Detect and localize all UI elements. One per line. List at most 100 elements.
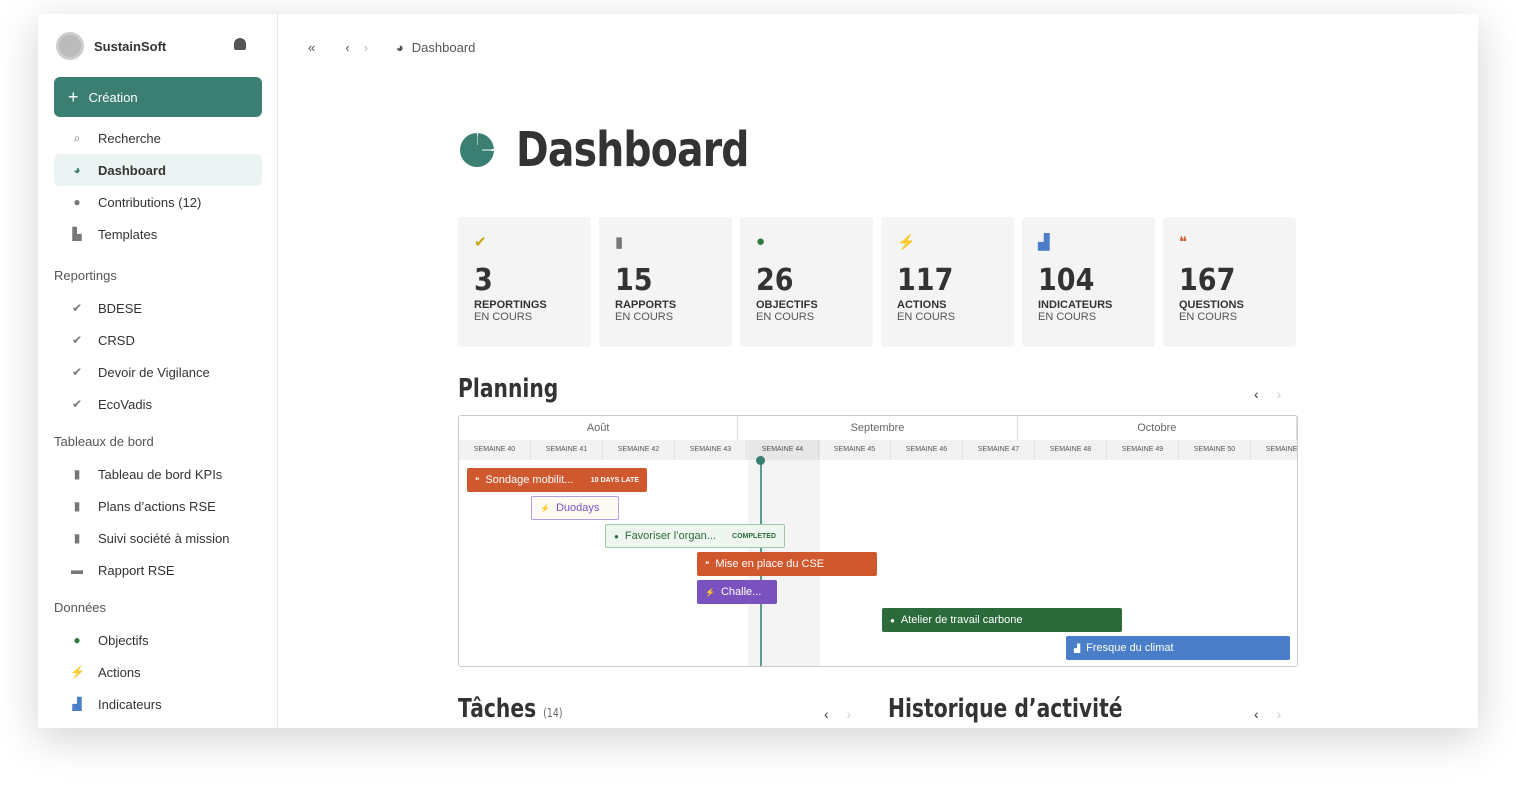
gantt-bar[interactable]: ❝ Mise en place du CSE (697, 552, 877, 576)
bar-label: Duodays (555, 502, 600, 514)
stat-card[interactable]: ▮ 15 RAPPORTS EN COURS (599, 217, 732, 347)
stat-label: RAPPORTS (615, 299, 677, 311)
bar-chart-icon: ▟ (1038, 234, 1050, 251)
plus-icon: + (68, 86, 79, 107)
prev-icon[interactable]: ‹ (1254, 706, 1259, 722)
sidebar-item-bdese[interactable]: ✔ BDESE (54, 292, 262, 324)
create-button[interactable]: + Création (54, 77, 262, 117)
label: Contributions (12) (98, 194, 202, 210)
gantt-bar[interactable]: ● Atelier de travail carbone (882, 608, 1122, 632)
stat-sublabel: EN COURS (1179, 311, 1238, 323)
label: CRSD (98, 332, 135, 348)
gantt-bar[interactable]: ⚡ Challe... (697, 580, 777, 604)
stat-card[interactable]: ✔ 3 REPORTINGS EN COURS (458, 217, 591, 347)
gantt-bar[interactable]: ▟ Fresque du climat (1066, 636, 1290, 660)
week-header: SEMAINE 40 (459, 440, 531, 460)
bar-label: Atelier de travail carbone (900, 614, 1023, 626)
sidebar-item-recherche[interactable]: ⌕ Recherche (54, 122, 262, 154)
week-header: SEMAINE 43 (675, 440, 747, 460)
historique-nav: ‹ › (1254, 706, 1281, 722)
badge-check-icon: ✔ (71, 397, 83, 411)
label: Dashboard (98, 162, 166, 178)
avatar (56, 32, 84, 60)
month-header: Octobre (1018, 416, 1297, 440)
next-icon[interactable]: › (847, 706, 852, 722)
stat-value: 15 (615, 263, 653, 298)
gantt-bar[interactable]: ⚡ Duodays (531, 496, 619, 520)
stat-sublabel: EN COURS (1038, 311, 1097, 323)
section-donnees: Données (54, 600, 107, 615)
next-icon[interactable]: › (1277, 706, 1282, 722)
sidebar-item-crsd[interactable]: ✔ CRSD (54, 324, 262, 356)
bar-chart-icon: ▟ (1074, 643, 1081, 653)
bar-status-tag: 10 DAYS LATE (590, 476, 639, 484)
historique-title: Historique d’activité (888, 694, 1123, 724)
gantt-bar[interactable]: ❝ Sondage mobilit... 10 DAYS LATE (467, 468, 647, 492)
pie-chart-icon: ◕ (73, 163, 81, 177)
bar-chart-icon: ▟ (72, 697, 82, 711)
sidebar-item-plans[interactable]: ▮ Plans d’actions RSE (54, 490, 262, 522)
label: Tableau de bord KPIs (98, 466, 223, 482)
sidebar-item-dashboard[interactable]: ◕ Dashboard (54, 154, 262, 186)
stat-card[interactable]: ⚡ 117 ACTIONS EN COURS (881, 217, 1014, 347)
stat-sublabel: EN COURS (615, 311, 674, 323)
folder-icon: ▬ (71, 563, 83, 577)
sidebar-item-actions[interactable]: ⚡ Actions (54, 656, 262, 688)
breadcrumb: « ‹ › ◕ Dashboard (308, 40, 475, 55)
chat-icon: ❝ (475, 475, 480, 485)
stat-sublabel: EN COURS (897, 311, 956, 323)
label: Indicateurs (98, 696, 162, 712)
stat-label: ACTIONS (897, 299, 947, 311)
stats-cards: ✔ 3 REPORTINGS EN COURS ▮ 15 RAPPORTS EN COURS ●… (458, 217, 1296, 347)
collapse-sidebar-icon[interactable]: « (308, 40, 315, 55)
sidebar-item-suivi[interactable]: ▮ Suivi société à mission (54, 522, 262, 554)
stat-label: QUESTIONS (1179, 299, 1244, 311)
sidebar-item-templates[interactable]: ▙ Templates (54, 218, 262, 250)
stat-card[interactable]: ❝ 167 QUESTIONS EN COURS (1163, 217, 1296, 347)
week-header: SEMAINE 47 (963, 440, 1035, 460)
bar-label: Fresque du climat (1086, 642, 1174, 654)
gantt-bar[interactable]: ● Favoriser l’organ... COMPLETED (605, 524, 785, 548)
stat-value: 3 (474, 263, 493, 298)
document-icon: ▮ (615, 234, 624, 251)
next-icon[interactable]: › (1277, 386, 1282, 402)
back-icon[interactable]: ‹ (345, 40, 349, 55)
breadcrumb-current: Dashboard (411, 40, 476, 55)
sidebar: SustainSoft + Création ⌕ Recherche ◕ Dashbo… (38, 14, 278, 728)
sidebar-item-contributions[interactable]: ● Contributions (12) (54, 186, 262, 218)
chat-icon: ❝ (705, 559, 710, 569)
sidebar-item-objectifs[interactable]: ● Objectifs (54, 624, 262, 656)
label: Rapport RSE (98, 562, 175, 578)
stat-value: 26 (756, 263, 794, 298)
badge-check-icon: ✔ (71, 301, 83, 315)
prev-icon[interactable]: ‹ (1254, 386, 1259, 402)
sidebar-item-kpis[interactable]: ▮ Tableau de bord KPIs (54, 458, 262, 490)
sidebar-item-indicateurs[interactable]: ▟ Indicateurs (54, 688, 262, 720)
stat-card[interactable]: ▟ 104 INDICATEURS EN COURS (1022, 217, 1155, 347)
planning-gantt: Août Septembre Octobre SEMAINE 40 SEMAINE 4… (458, 415, 1298, 667)
org-switcher[interactable]: SustainSoft (56, 32, 166, 60)
week-header: SEMAINE 51 (1251, 440, 1297, 460)
badge-check-icon: ✔ (71, 333, 83, 347)
section-reportings: Reportings (54, 268, 117, 283)
prev-icon[interactable]: ‹ (824, 706, 829, 722)
bell-icon[interactable] (234, 38, 246, 50)
taches-nav: ‹ › (824, 706, 851, 722)
stat-card[interactable]: ● 26 OBJECTIFS EN COURS (740, 217, 873, 347)
file-search-icon: ▙ (72, 227, 82, 241)
globe-icon: ● (73, 633, 81, 647)
taches-title: Tâches (14) (458, 694, 562, 724)
stat-value: 104 (1038, 263, 1095, 298)
sidebar-item-ecovadis[interactable]: ✔ EcoVadis (54, 388, 262, 420)
bar-label: Challe... (720, 586, 762, 598)
forward-icon[interactable]: › (364, 40, 368, 55)
label: Devoir de Vigilance (98, 364, 210, 380)
document-icon: ▮ (73, 531, 81, 545)
sidebar-item-rapport[interactable]: ▬ Rapport RSE (54, 554, 262, 586)
stat-value: 167 (1179, 263, 1236, 298)
sidebar-item-devoir[interactable]: ✔ Devoir de Vigilance (54, 356, 262, 388)
bar-label: Mise en place du CSE (715, 558, 825, 570)
stat-sublabel: EN COURS (474, 311, 533, 323)
section-tableaux: Tableaux de bord (54, 434, 154, 449)
bolt-icon: ⚡ (70, 665, 85, 679)
